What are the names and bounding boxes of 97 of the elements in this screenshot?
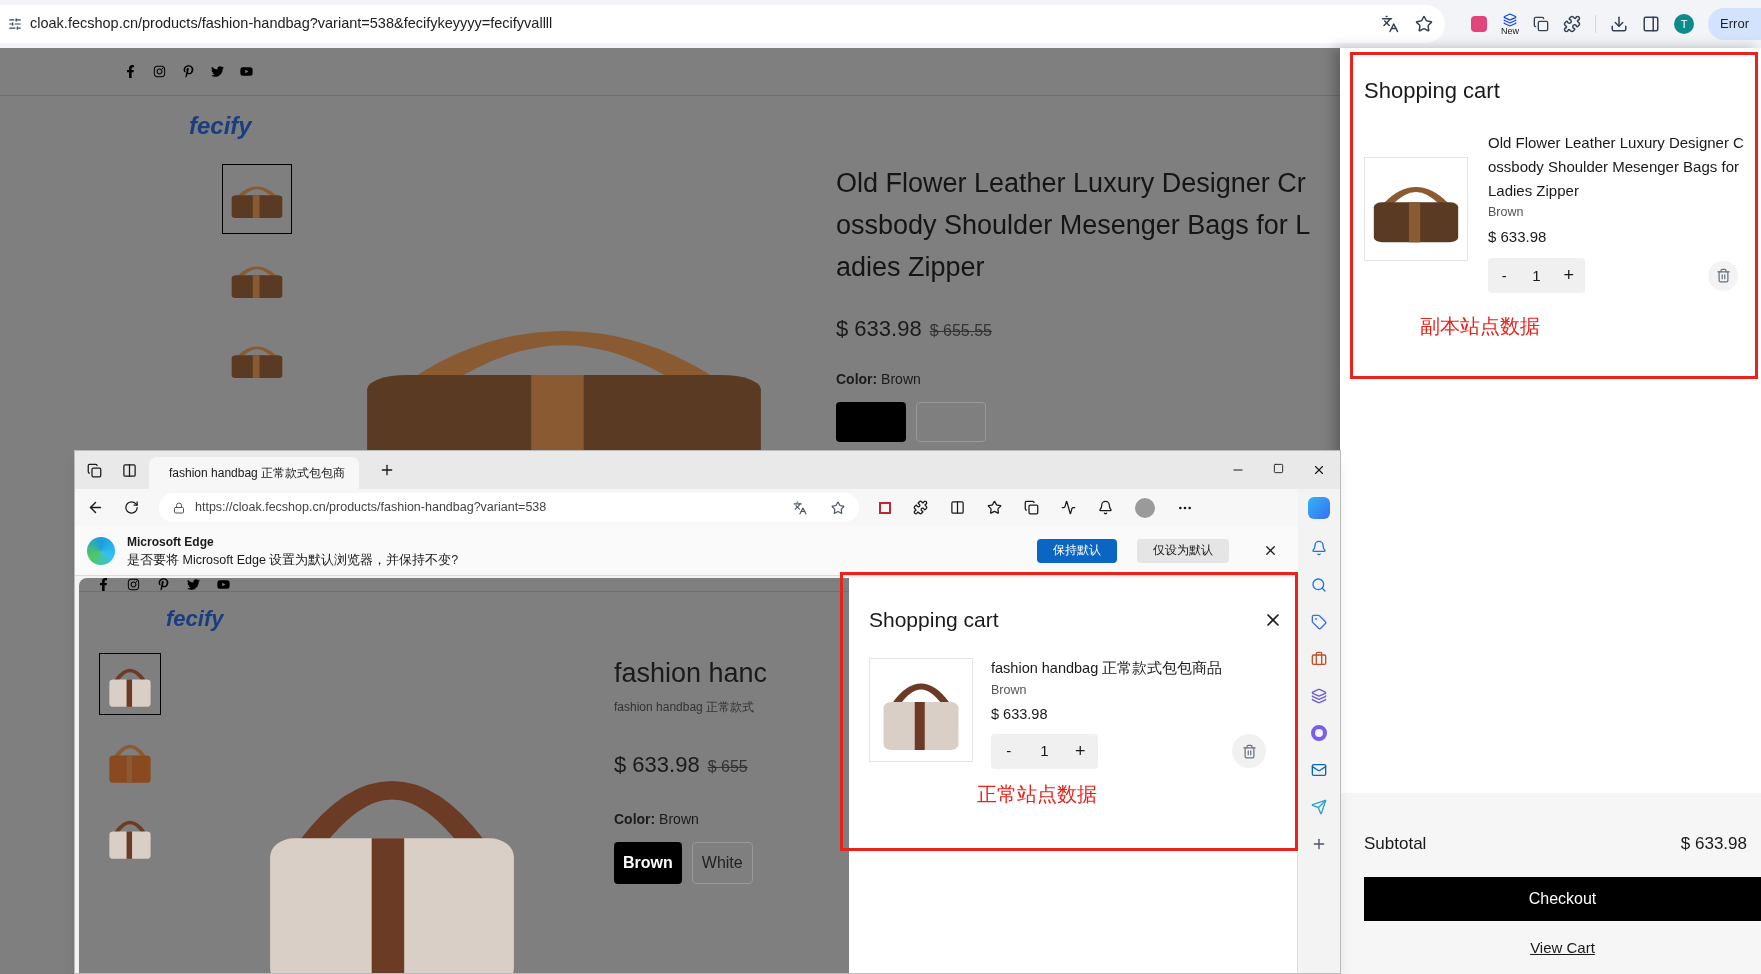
prompt-message: 是否要将 Microsoft Edge 设置为默认浏览器，并保持不变? [127, 551, 459, 569]
star-icon[interactable] [831, 500, 845, 515]
prompt-title: Microsoft Edge [127, 533, 215, 551]
tag-icon[interactable] [1311, 614, 1327, 630]
thumbnail[interactable] [99, 653, 161, 715]
url-text: cloak.fecshop.cn/products/fashion-handbag?variant=538&fecifykeyyyy=fecifyvallll [30, 14, 554, 34]
bell-icon[interactable] [1311, 540, 1327, 556]
trash-icon [1715, 268, 1731, 284]
twitter-icon[interactable] [187, 578, 200, 591]
logo: fecify [166, 606, 224, 631]
subtotal-label: Subtotal [1364, 833, 1427, 855]
toolbox-icon[interactable] [1311, 651, 1327, 667]
checkout-button[interactable]: Checkout [1364, 876, 1761, 921]
notifications-icon[interactable] [1098, 500, 1113, 515]
profile-avatar[interactable] [1135, 497, 1155, 518]
product-subtitle: fashion handbag 正常款式 [614, 698, 756, 716]
delete-button[interactable] [1232, 734, 1266, 769]
delete-button[interactable] [1708, 260, 1738, 291]
download-icon[interactable] [1610, 15, 1629, 33]
keep-default-button[interactable]: 保持默认 [1037, 538, 1117, 563]
item-price: $ 633.98 [991, 705, 1049, 724]
variant-label: Brown [1488, 204, 1525, 221]
bookmark-star-icon[interactable] [1415, 15, 1434, 33]
extension-button[interactable]: New [1501, 12, 1520, 36]
product-title: Old Flower Leather Luxury Designer Cr [836, 167, 1307, 200]
trash-icon [1241, 743, 1257, 759]
add-icon[interactable] [1311, 836, 1327, 852]
close-icon[interactable] [1312, 463, 1326, 477]
search-icon[interactable] [1311, 577, 1327, 593]
send-icon[interactable] [1311, 799, 1327, 815]
url-field[interactable]: cloak.fecshop.cn/products/fashion-handbag?variant=538&fecifykeyyyy=fecifyvallll [0, 5, 1446, 43]
decrease-button[interactable]: - [991, 740, 1027, 763]
product-price: $ 633.98 [614, 750, 700, 779]
thumbnail[interactable] [222, 164, 292, 234]
product-name: Ladies Zipper [1488, 181, 1580, 201]
edge-logo-icon [87, 536, 115, 565]
annotation-text: 副本站点数据 [1420, 314, 1541, 340]
color-value: Brown [881, 371, 921, 387]
error-button[interactable]: Error [1708, 8, 1761, 40]
extensions-icon[interactable] [1563, 15, 1582, 33]
facebook-icon[interactable] [97, 578, 110, 591]
view-cart-link[interactable]: View Cart [1364, 936, 1761, 959]
site-settings-icon[interactable] [8, 17, 22, 31]
color-option[interactable]: Brown [614, 841, 682, 884]
profile-avatar[interactable]: T [1674, 14, 1695, 34]
layers-icon [1503, 12, 1518, 27]
decrease-button[interactable]: - [1488, 264, 1521, 287]
product-name: fashion handbag 正常款式包包商品 [991, 658, 1224, 678]
cart-title: Shopping cart [869, 607, 999, 633]
product-title: fashion hanc [614, 657, 768, 690]
increase-button[interactable]: + [1062, 737, 1098, 765]
maximize-icon[interactable] [1273, 463, 1284, 474]
color-option[interactable]: White [691, 841, 753, 884]
color-label: Color: [836, 371, 878, 387]
original-price: $ 655 [707, 756, 748, 777]
side-panel-icon[interactable] [1642, 15, 1661, 33]
address-field[interactable]: https://cloak.fecshop.cn/products/fashion-handbag?variant=538 [159, 493, 859, 522]
variant-label: Brown [991, 682, 1028, 700]
extensions-icon[interactable] [913, 500, 928, 515]
favorites-icon[interactable] [987, 500, 1002, 515]
quantity-value: 1 [1039, 741, 1050, 761]
twitter-icon[interactable] [211, 65, 224, 78]
facebook-icon[interactable] [124, 65, 137, 78]
pinterest-icon[interactable] [182, 65, 195, 78]
browser-tab[interactable]: fashion handbag 正常款式包包商 [149, 457, 359, 489]
color-swatch[interactable] [916, 402, 986, 442]
badge-label: New [1501, 26, 1520, 36]
quantity-value: 1 [1531, 265, 1542, 286]
split-screen-icon[interactable] [950, 500, 965, 515]
product-price: $ 633.98 [836, 315, 922, 343]
product-name: ossbody Shoulder Mesenger Bags for [1488, 157, 1740, 177]
refresh-icon[interactable] [124, 500, 139, 515]
cart-title: Shopping cart [1364, 77, 1501, 105]
translate-icon[interactable] [1381, 15, 1400, 33]
subtotal-value: $ 633.98 [1680, 833, 1747, 855]
youtube-icon[interactable] [240, 65, 253, 78]
set-default-button[interactable]: 仅设为默认 [1137, 538, 1229, 563]
increase-button[interactable]: + [1552, 262, 1585, 290]
product-title: adies Zipper [836, 251, 986, 284]
original-price: $ 655.55 [929, 321, 992, 341]
instagram-icon[interactable] [127, 578, 140, 591]
pinterest-icon[interactable] [157, 578, 170, 591]
youtube-icon[interactable] [217, 578, 230, 591]
product-title: ossbody Shoulder Mesenger Bags for L [836, 209, 1311, 242]
product-name: Old Flower Leather Luxury Designer C [1488, 133, 1744, 153]
color-value: Brown [659, 810, 699, 827]
new-tab-icon[interactable] [379, 462, 395, 478]
back-icon[interactable] [87, 499, 104, 516]
logo: fecify [189, 112, 252, 139]
color-label: Color: [614, 810, 656, 827]
annotation-text: 正常站点数据 [977, 781, 1098, 807]
instagram-icon[interactable] [153, 65, 166, 78]
item-price: $ 633.98 [1488, 226, 1548, 247]
lock-icon [173, 501, 185, 514]
color-swatch[interactable] [836, 402, 906, 442]
close-icon[interactable] [1263, 543, 1278, 558]
tab-title: fashion handbag 正常款式包包商 [169, 465, 346, 482]
